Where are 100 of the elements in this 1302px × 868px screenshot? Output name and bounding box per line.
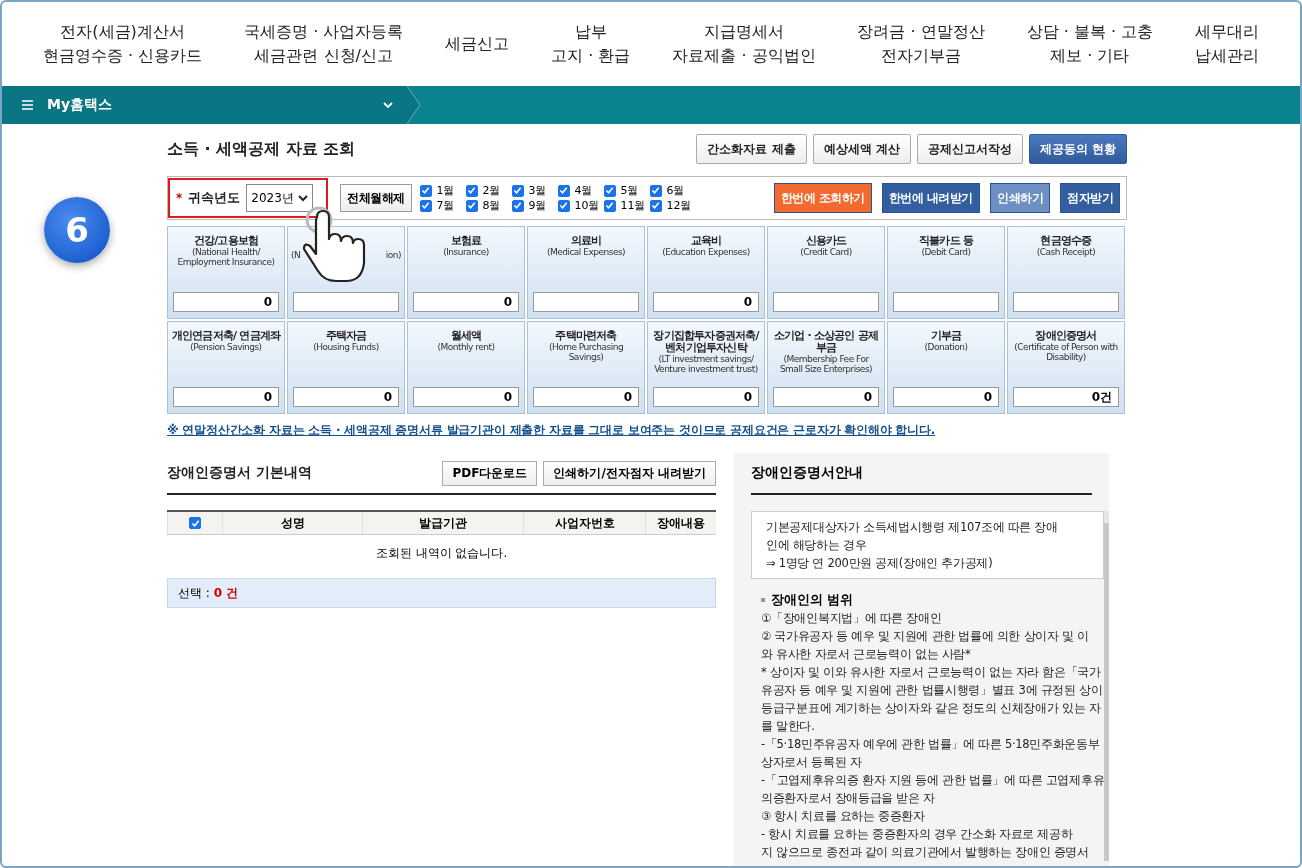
header-button[interactable]: 공제신고서작성: [916, 134, 1023, 164]
guide-line: - 항시 치료를 요하는 중증환자의 경우 간소화 자료로 제공하: [761, 826, 1074, 843]
chevron-down-icon: [297, 194, 308, 202]
amount-field: 0: [413, 387, 519, 407]
month-label: 12월: [666, 198, 692, 213]
nav-item[interactable]: 국세증명 · 사업자등록 세금관련 신청/신고: [244, 20, 404, 68]
action-button[interactable]: 한번에 내려받기: [881, 183, 980, 213]
action-button[interactable]: 점자받기: [1060, 183, 1120, 213]
column-header: 장애내용: [645, 512, 716, 534]
month-label: 1월: [436, 183, 455, 198]
tile-title: 주택마련저축: [555, 330, 617, 342]
category-tile[interactable]: 장애인증명서 (Certificate of Person with Disability) 0건: [1007, 321, 1125, 414]
guide-line: 유공자 등 예우 및 지원에 관한 법률시행령」별표 3에 규정된 상이: [761, 682, 1104, 699]
amount-field: 0: [413, 292, 519, 312]
tile-subtitle: (Cash Receipt): [1036, 247, 1096, 257]
tile-subtitle: (Insurance): [443, 247, 489, 257]
tile-title: 의료비: [570, 235, 602, 247]
tile-subtitle: (LT investment savings/ Venture investment trust): [653, 354, 759, 374]
nav-item[interactable]: 상담 · 불복 · 고충 제보 · 기타: [1026, 20, 1154, 68]
checkbox[interactable]: [419, 184, 432, 197]
amount-field: 0건: [1013, 387, 1119, 407]
tile-subtitle: (N: [291, 250, 301, 260]
guide-line: ③ 항시 치료를 요하는 중증환자: [761, 808, 926, 825]
guide-line: 를 말한다.: [761, 718, 816, 735]
guide-line: -「고엽제후유의증 환자 지원 등에 관한 법률」에 따른 고엽제후유: [761, 772, 1105, 789]
checkbox[interactable]: [465, 184, 478, 197]
category-tile[interactable]: 월세액 (Monthly rent) 0: [407, 321, 525, 414]
guide-line: 등급구분표에 계기하는 상이자와 같은 정도의 신체장애가 있는 자: [761, 700, 1102, 717]
summary-line: 인에 해당하는 경우: [766, 537, 868, 554]
summary-line: 기본공제대상자가 소득세법시행령 제107조에 따른 장애: [766, 519, 1059, 536]
checkbox[interactable]: [649, 184, 662, 197]
header-button[interactable]: 간소화자료 제출: [696, 134, 807, 164]
empty-message: 조회된 내역이 없습니다.: [374, 545, 509, 562]
guide-line: 와 유사한 자로서 근로능력이 없는 사람*: [761, 646, 972, 663]
tile-subtitle: (Education Expenses): [662, 247, 750, 257]
checkbox[interactable]: [511, 199, 524, 212]
tile-title: 건강/고용보험: [193, 235, 259, 247]
category-tile[interactable]: 기부금 (Donation) 0: [887, 321, 1005, 414]
tile-subtitle: (Membership Fee For Small Size Enterprises): [778, 354, 874, 374]
clear-months-button[interactable]: 전체월해제: [340, 184, 412, 212]
guide-section-title: 장애인의 범위: [771, 591, 854, 609]
menu-icon[interactable]: [22, 100, 33, 110]
month-label: 10월: [574, 198, 600, 213]
tile-subtitle: ion): [385, 250, 401, 260]
checkbox[interactable]: [603, 184, 616, 197]
tile-subtitle: (National Health/ Employment Insurance): [176, 247, 276, 267]
category-tile[interactable]: 신용카드 (Credit Card): [767, 226, 885, 319]
guide-line: ①「장애인복지법」에 따른 장애인: [761, 610, 943, 627]
category-tile[interactable]: 보험료 (Insurance) 0: [407, 226, 525, 319]
header-button[interactable]: 예상세액 계산: [812, 134, 911, 164]
checkbox[interactable]: [557, 199, 570, 212]
amount-field: 0: [173, 292, 279, 312]
checkbox[interactable]: [465, 199, 478, 212]
tile-title: 교육비: [690, 235, 722, 247]
selection-label: 선택 :: [178, 584, 210, 602]
tile-title: 기부금: [930, 330, 962, 342]
chevron-down-icon[interactable]: [383, 101, 393, 109]
tile-title: 보험료: [450, 235, 482, 247]
checkbox[interactable]: [649, 199, 662, 212]
column-header: 발급기관: [362, 512, 523, 534]
year-select[interactable]: 2023년: [246, 184, 313, 212]
category-tile[interactable]: 장기집합투자증권저축/ 벤처기업투자신탁 (LT investment savings/ Venture investment trust) 0: [647, 321, 765, 414]
tile-title: 직불카드 등: [919, 235, 973, 247]
tile-subtitle: (Pension Savings): [190, 342, 262, 352]
page-title: 소득 · 세액공제 자료 조회: [167, 138, 357, 160]
category-tile[interactable]: 주택마련저축 (Home Purchasing Savings) 0: [527, 321, 645, 414]
category-tile[interactable]: 건강/고용보험 (National Health/ Employment Insurance) 0: [167, 226, 285, 319]
column-header: 성명: [222, 512, 362, 534]
nav-item[interactable]: 전자(세금)계산서 현금영수증 · 신용카드: [42, 20, 203, 68]
month-label: 2월: [482, 183, 501, 198]
category-tile[interactable]: 현금영수증 (Cash Receipt): [1007, 226, 1125, 319]
checkbox[interactable]: [189, 517, 201, 529]
nav-item[interactable]: 지급명세서 자료제출 · 공익법인: [672, 20, 816, 68]
checkbox[interactable]: [511, 184, 524, 197]
category-tile[interactable]: 소기업 · 소상공인 공제부금 (Membership Fee For Small Size Enterprises) 0: [767, 321, 885, 414]
nav-item[interactable]: 장려금 · 연말정산 전자기부금: [857, 20, 985, 68]
tile-subtitle: (Monthly rent): [437, 342, 495, 352]
tile-title: 개인연금저축/ 연금계좌: [171, 330, 281, 342]
nav-item[interactable]: 납부 고지 · 환급: [551, 20, 631, 68]
section-button[interactable]: PDF다운로드: [442, 460, 538, 486]
category-tile[interactable]: 직불카드 등 (Debit Card): [887, 226, 1005, 319]
section-button[interactable]: 인쇄하기/전자점자 내려받기: [543, 460, 716, 486]
bullet-icon: [761, 598, 765, 602]
header-button[interactable]: 제공동의 현황: [1028, 134, 1127, 164]
nav-item[interactable]: 세무대리 납세관리: [1195, 20, 1259, 68]
notice-link[interactable]: ※ 연말정산간소화 자료는 소득 · 세액공제 증명서류 발급기관이 제출한 자료를 그대로 보여주는 것이므로 공제요건은 근로자가 확인해야 합니다.: [167, 422, 1127, 439]
checkbox[interactable]: [419, 199, 432, 212]
category-tile[interactable]: 개인연금저축/ 연금계좌 (Pension Savings) 0: [167, 321, 285, 414]
category-tile[interactable]: 주택자금 (Housing Funds) 0: [287, 321, 405, 414]
category-tile[interactable]: 교육비 (Education Expenses) 0: [647, 226, 765, 319]
nav-item[interactable]: 세금신고: [445, 32, 510, 56]
guide-title: 장애인증명서안내: [751, 453, 1092, 495]
checkbox[interactable]: [557, 184, 570, 197]
guide-line: -「5·18민주유공자 예우에 관한 법률」에 따른 5·18민주화운동부: [761, 736, 1101, 753]
tile-subtitle: (Housing Funds): [313, 342, 379, 352]
checkbox[interactable]: [603, 199, 616, 212]
category-tile[interactable]: 의료비 (Medical Expenses): [527, 226, 645, 319]
guide-line: ② 국가유공자 등 예우 및 지원에 관한 법률에 의한 상이자 및 이: [761, 628, 1090, 645]
tile-title: 현금영수증: [1040, 235, 1092, 247]
tile-subtitle: (Donation): [924, 342, 968, 352]
